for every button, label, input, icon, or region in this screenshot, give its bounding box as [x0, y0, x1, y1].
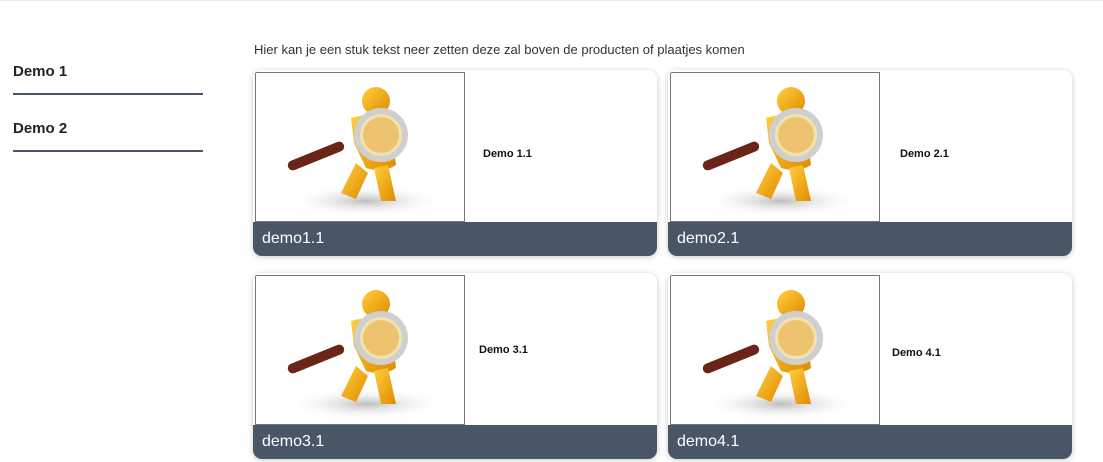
magnifier-figure-icon [670, 72, 880, 222]
card-subtitle: Demo 2.1 [900, 148, 949, 160]
top-divider [0, 0, 1103, 1]
card-caption: demo1.1 [253, 222, 657, 256]
magnifier-figure-icon [670, 275, 880, 425]
intro-text: Hier kan je een stuk tekst neer zetten d… [254, 42, 745, 57]
magnifier-figure-icon [255, 275, 465, 425]
sidebar-item-demo-1[interactable]: Demo 1 [13, 60, 203, 95]
card-subtitle: Demo 1.1 [483, 148, 532, 160]
sidebar: Demo 1 Demo 2 [13, 60, 203, 174]
sidebar-item-demo-2[interactable]: Demo 2 [13, 117, 203, 152]
card-subtitle: Demo 3.1 [479, 344, 528, 356]
product-card-demo3-1[interactable]: Demo 3.1 demo3.1 [253, 273, 657, 459]
product-card-demo1-1[interactable]: Demo 1.1 demo1.1 [253, 70, 657, 256]
magnifier-figure-icon [255, 72, 465, 222]
card-caption: demo3.1 [253, 425, 657, 459]
product-card-demo4-1[interactable]: Demo 4.1 demo4.1 [668, 273, 1072, 459]
card-caption: demo4.1 [668, 425, 1072, 459]
product-card-demo2-1[interactable]: Demo 2.1 demo2.1 [668, 70, 1072, 256]
card-subtitle: Demo 4.1 [892, 347, 941, 359]
card-caption: demo2.1 [668, 222, 1072, 256]
